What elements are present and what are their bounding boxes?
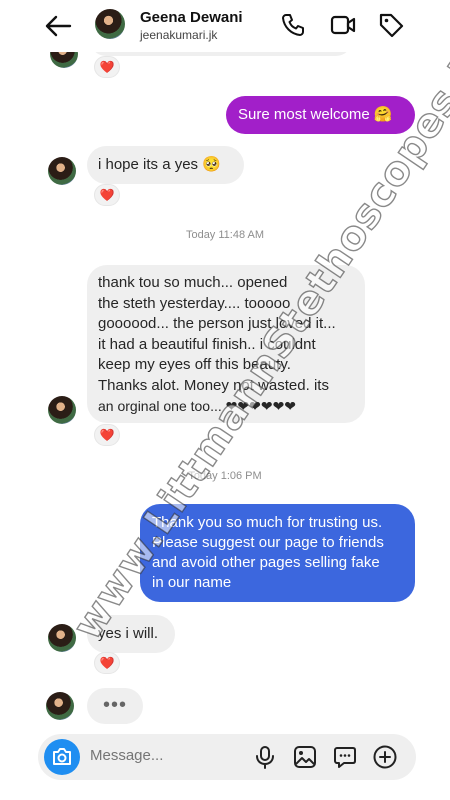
tag-icon[interactable] [378,12,404,38]
timestamp: Today 1:06 PM [188,470,262,482]
message-line: Thanks alot. Money not wasted. its [98,376,329,394]
message-text: i hope its a yes 🥺 [98,156,221,173]
message-text: yes i will. [98,625,159,642]
sender-avatar [46,692,74,720]
incoming-message[interactable]: i hope its a yes 🥺 [87,146,244,184]
message-line: Please suggest our page to friends [152,534,384,551]
chat-header: Geena Dewani jeenakumari.jk [0,0,450,52]
camera-icon [53,748,71,765]
outgoing-message[interactable]: Sure most welcome 🤗 [226,96,415,134]
gallery-icon[interactable] [292,744,318,770]
message-composer [38,734,416,780]
outgoing-message[interactable]: Thank you so much for trusting us. Pleas… [140,504,415,602]
message-input[interactable] [90,747,240,764]
message-line: an orginal one too... ❤❤❤❤❤❤ [98,398,297,414]
heart-reaction[interactable]: ❤️ [94,424,120,446]
message-line: in our name [152,574,232,591]
typing-dots: ••• [102,694,127,716]
message-line: Thank you so much for trusting us. [152,514,383,531]
phone-icon[interactable] [280,12,306,38]
sender-avatar [48,624,76,652]
contact-username[interactable]: jeenakumari.jk [140,28,217,42]
incoming-message[interactable]: yes i will. [87,615,175,653]
camera-button[interactable] [44,739,80,775]
back-arrow-icon[interactable] [44,14,72,38]
sticker-icon[interactable] [332,744,358,770]
contact-name[interactable]: Geena Dewani [140,9,243,26]
sender-avatar [48,396,76,424]
contact-avatar[interactable] [95,9,125,39]
video-icon[interactable] [330,12,356,38]
message-line: the steth yesterday.... tooooo [98,294,291,312]
heart-reaction[interactable]: ❤️ [94,184,120,206]
message-line: goooood... the person just loved it... [98,315,336,332]
message-line: it had a beautiful finish.. i couldnt [98,335,316,353]
message-line: and avoid other pages selling fake [152,554,380,571]
incoming-message[interactable]: thank tou so much... opened the steth ye… [87,265,365,423]
plus-icon[interactable] [372,744,398,770]
sender-avatar [48,157,76,185]
microphone-icon[interactable] [252,744,278,770]
heart-reaction[interactable]: ❤️ [94,56,120,78]
timestamp: Today 11:48 AM [185,229,265,241]
message-line: thank tou so much... opened [98,274,288,291]
message-line: keep my eyes off this beauty. [98,356,291,373]
message-text: Sure most welcome 🤗 [238,106,393,123]
heart-reaction[interactable]: ❤️ [94,652,120,674]
typing-indicator: ••• [87,688,143,724]
